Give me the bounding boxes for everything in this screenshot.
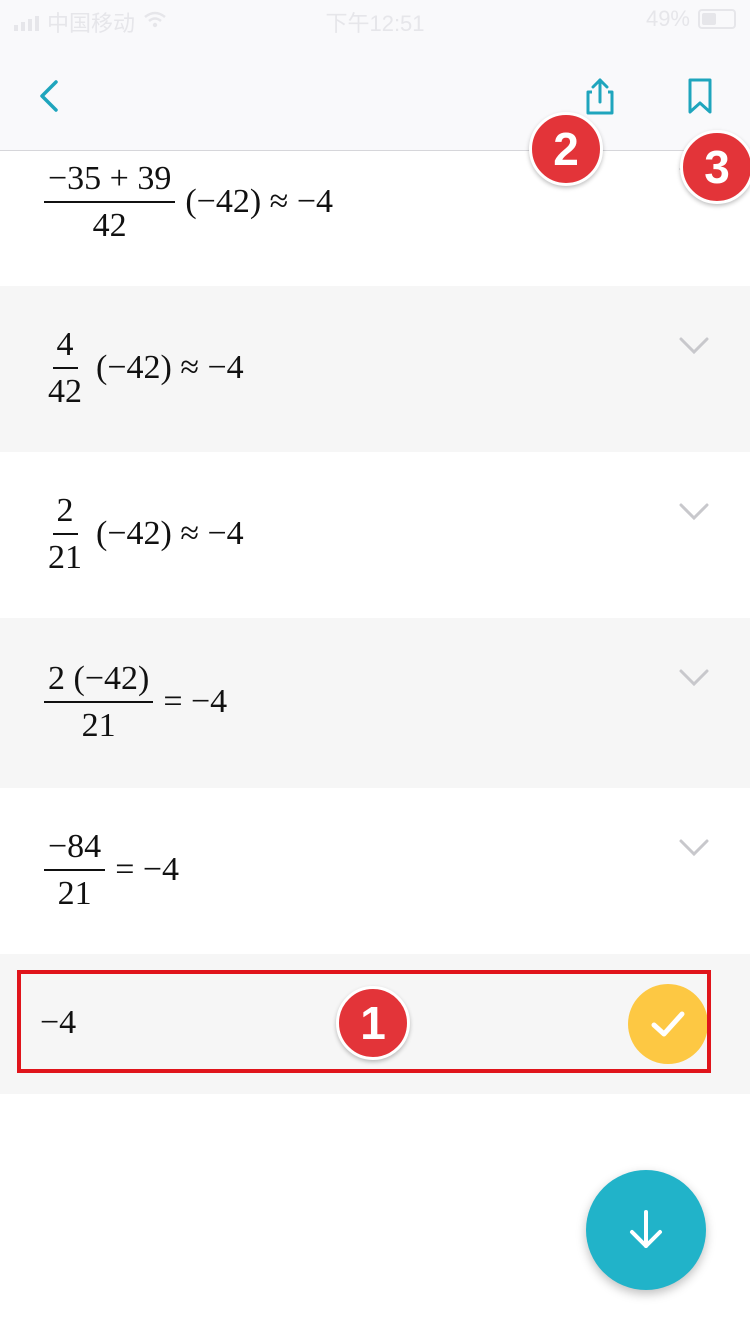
numerator: 2 <box>52 492 78 536</box>
step-rest: (−42) ≈ −4 <box>96 349 244 387</box>
chevron-down-icon[interactable] <box>678 668 710 688</box>
denominator: 42 <box>92 207 127 245</box>
solution-step[interactable]: 2 21 (−42) ≈ −4 <box>0 452 750 618</box>
step-rest: (−42) ≈ −4 <box>96 515 244 553</box>
fraction: −84 21 <box>44 828 106 913</box>
fraction: 2 (−42) 21 <box>44 660 154 745</box>
status-bar: 中国移动 下午12:51 49% <box>0 0 750 40</box>
chevron-down-icon[interactable] <box>678 838 710 858</box>
step-rest: = −4 <box>163 683 228 721</box>
solution-step[interactable]: 2 (−42) 21 = −4 <box>0 618 750 788</box>
step-expression: −84 21 = −4 <box>44 828 179 913</box>
solution-step[interactable]: −35 + 39 42 (−42) ≈ −4 <box>0 150 750 286</box>
bookmark-icon <box>688 78 712 114</box>
annotation-badge-1: 1 <box>336 986 410 1060</box>
arrow-down-icon <box>630 1210 662 1248</box>
numerator: 2 (−42) <box>44 660 154 704</box>
solution-step[interactable]: 4 42 (−42) ≈ −4 <box>0 286 750 452</box>
step-expression: −35 + 39 42 (−42) ≈ −4 <box>44 160 333 245</box>
battery-percent: 49% <box>645 6 690 31</box>
status-time: 下午12:51 <box>325 11 425 36</box>
step-rest: = −4 <box>115 851 180 889</box>
fraction: 4 42 <box>44 326 86 411</box>
numerator: 4 <box>52 326 78 370</box>
battery-icon <box>698 9 736 29</box>
step-rest: (−42) ≈ −4 <box>185 183 334 221</box>
chevron-down-icon[interactable] <box>678 502 710 522</box>
bookmark-button[interactable] <box>670 66 730 126</box>
chevron-down-icon[interactable] <box>678 336 710 356</box>
denominator: 21 <box>81 707 116 745</box>
step-expression: 4 42 (−42) ≈ −4 <box>44 326 244 411</box>
back-button[interactable] <box>30 76 70 116</box>
denominator: 21 <box>48 539 82 577</box>
scroll-down-button[interactable] <box>586 1170 706 1290</box>
solution-step[interactable]: −84 21 = −4 <box>0 788 750 954</box>
share-icon <box>586 78 614 115</box>
chevron-left-icon <box>40 80 58 112</box>
numerator: −84 <box>44 828 106 872</box>
numerator: −35 + 39 <box>44 160 176 204</box>
nav-bar <box>0 40 750 151</box>
denominator: 21 <box>57 875 92 913</box>
annotation-badge-3: 3 <box>680 130 750 204</box>
denominator: 42 <box>48 373 82 411</box>
fraction: −35 + 39 42 <box>44 160 176 245</box>
step-expression: 2 (−42) 21 = −4 <box>44 660 227 745</box>
annotation-badge-2: 2 <box>529 112 603 186</box>
step-expression: 2 21 (−42) ≈ −4 <box>44 492 244 577</box>
fraction: 2 21 <box>44 492 86 577</box>
